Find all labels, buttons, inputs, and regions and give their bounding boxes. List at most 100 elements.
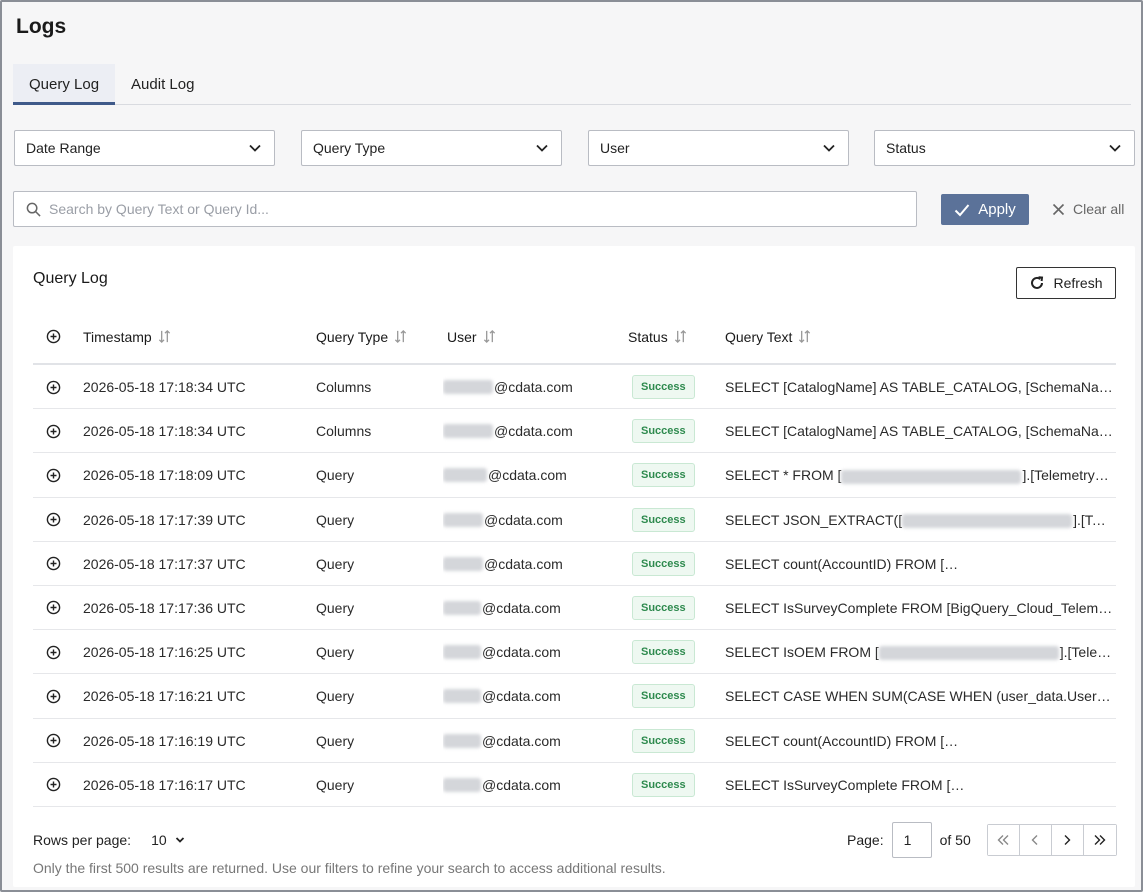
tab-bar: Query Log Audit Log [13,64,1131,105]
status-badge: Success [632,772,695,797]
plus-circle-icon [46,689,61,704]
table-row[interactable]: 2026-05-18 17:17:36 UTC Query @cdata.com Su… [33,586,1116,631]
row-expand-button[interactable] [46,498,61,542]
plus-circle-icon [46,556,61,571]
column-header-query-text[interactable]: Query Text [725,308,812,365]
app-frame: Logs Query Log Audit Log Date Range Quer… [0,0,1143,892]
first-page-button[interactable] [987,825,1020,855]
refresh-button[interactable]: Refresh [1016,267,1116,299]
search-icon [26,202,41,217]
status-cell: Success [632,498,702,542]
user-domain: @cdata.com [488,467,567,484]
table-row[interactable]: 2026-05-18 17:16:21 UTC Query @cdata.com Su… [33,674,1116,719]
column-header-user[interactable]: User [447,308,497,365]
status-badge: Success [632,463,695,488]
row-expand-button[interactable] [46,453,61,497]
row-expand-button[interactable] [46,542,61,586]
query-text-end: ].[Tel... [1073,511,1113,528]
timestamp-cell: 2026-05-18 17:16:25 UTC [83,644,246,661]
redacted-text [443,380,493,394]
column-header-timestamp[interactable]: Timestamp [83,308,172,365]
tab-query-log[interactable]: Query Log [13,64,116,105]
chevron-down-icon [1109,144,1121,152]
date-range-select[interactable]: Date Range [14,130,275,166]
next-page-button[interactable] [1051,825,1084,855]
column-label: Timestamp [83,328,152,345]
query-text: SELECT [CatalogName] AS TABLE_CATALOG, [… [725,379,1113,395]
query-text-start: SELECT JSON_EXTRACT([ [725,511,903,528]
tab-audit-log[interactable]: Audit Log [115,64,210,105]
timestamp-cell: 2026-05-18 17:18:34 UTC [83,423,246,440]
status-badge: Success [632,375,695,399]
table-row[interactable]: 2026-05-18 17:17:39 UTC Query @cdata.com Su… [33,498,1116,542]
status-cell: Success [632,719,702,763]
row-expand-button[interactable] [46,409,61,453]
clear-all-button[interactable]: Clear all [1052,198,1124,220]
redacted-text [902,513,1073,528]
status-select[interactable]: Status [874,130,1135,166]
column-header-query-type[interactable]: Query Type [316,308,408,365]
page-number-input[interactable] [891,822,932,858]
user-domain: @cdata.com [482,599,561,616]
timestamp-cell: 2026-05-18 17:16:17 UTC [83,776,246,793]
user-domain: @cdata.com [482,688,561,705]
query-type-cell: Query [316,599,355,616]
table-row[interactable]: 2026-05-18 17:18:34 UTC Columns @cdata.com… [33,409,1116,454]
status-badge: Success [632,551,695,576]
user-cell: @cdata.com [443,453,618,497]
search-input[interactable] [49,201,889,217]
timestamp-cell: 2026-05-18 17:18:34 UTC [83,379,246,395]
check-icon [955,203,970,216]
table-row[interactable]: 2026-05-18 17:18:34 UTC Columns @cdata.com… [33,365,1116,410]
timestamp-cell: 2026-05-18 17:17:36 UTC [83,599,246,616]
apply-button[interactable]: Apply [941,194,1029,225]
user-select[interactable]: User [588,130,849,166]
redacted-text [950,778,1111,793]
table-row[interactable]: 2026-05-18 17:16:17 UTC Query @cdata.com Su… [33,763,1116,807]
table-row[interactable]: 2026-05-18 17:17:37 UTC Query @cdata.com Su… [33,542,1116,586]
redacted-text [443,512,483,527]
user-domain: @cdata.com [494,379,573,395]
row-expand-button[interactable] [46,586,61,630]
query-text-start: SELECT count(AccountID) FROM [ [725,555,945,572]
rows-per-page-select[interactable]: 10 [151,832,185,848]
page-label: Page: [847,832,884,848]
status-cell: Success [632,409,702,453]
query-type-label: Query Type [313,140,386,156]
query-type-select[interactable]: Query Type [301,130,562,166]
table-row[interactable]: 2026-05-18 17:16:19 UTC Query @cdata.com Su… [33,719,1116,763]
clear-all-label: Clear all [1073,201,1125,217]
column-header-status[interactable]: Status [628,308,688,365]
query-text-start: SELECT IsSurveyComplete FROM [ [725,776,951,793]
expand-all-button[interactable] [46,308,61,365]
row-expand-button[interactable] [46,674,61,718]
next-page-icon [1064,835,1071,845]
plus-circle-icon [46,512,61,527]
row-expand-button[interactable] [46,719,61,763]
user-cell: @cdata.com [443,498,618,542]
column-label: User [447,328,477,345]
timestamp-cell: 2026-05-18 17:16:21 UTC [83,688,246,705]
last-page-button[interactable] [1083,825,1116,855]
row-expand-button[interactable] [46,763,61,807]
row-expand-button[interactable] [46,630,61,674]
column-label: Query Text [725,328,793,345]
search-box [13,191,917,227]
row-expand-button[interactable] [46,365,61,409]
query-text-end: ... [1105,732,1113,749]
prev-page-button[interactable] [1019,825,1052,855]
query-text-end: ].[TelemetryC... [1022,467,1113,484]
sort-icon [483,329,495,344]
user-cell: @cdata.com [443,763,618,807]
status-badge: Success [632,728,695,753]
refresh-label: Refresh [1053,275,1103,291]
query-text-start: SELECT IsOEM FROM [ [725,644,879,661]
redacted-text [443,556,483,571]
redacted-text [443,733,481,748]
sort-icon [674,329,686,344]
query-type-cell: Query [316,732,355,749]
rows-per-page-label: Rows per page: [33,832,132,848]
table-row[interactable]: 2026-05-18 17:16:25 UTC Query @cdata.com Su… [33,630,1116,675]
table-row[interactable]: 2026-05-18 17:18:09 UTC Query @cdata.com Su… [33,453,1116,498]
user-domain: @cdata.com [484,511,563,528]
